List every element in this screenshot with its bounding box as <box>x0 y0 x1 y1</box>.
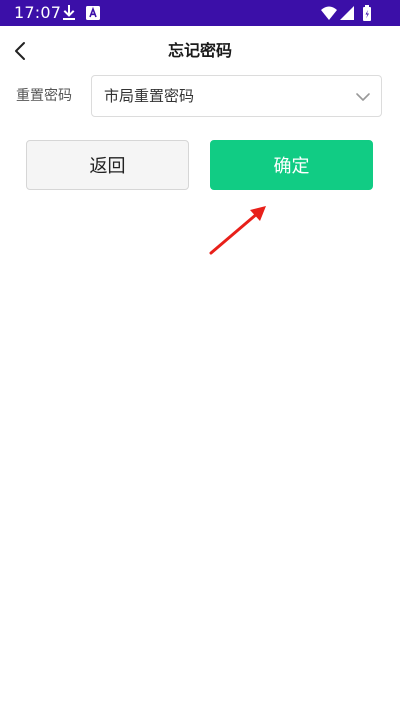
reset-password-label: 重置密码 <box>16 88 72 104</box>
confirm-button[interactable]: 确定 <box>210 140 373 190</box>
back-button[interactable]: 返回 <box>26 140 189 190</box>
title-bar: 忘记密码 <box>0 26 400 76</box>
annotation-arrow-icon <box>209 206 266 255</box>
screen: 17:07 忘记密码 重置密码 市局重置密码 返回 确定 <box>0 0 400 710</box>
reset-type-select[interactable]: 市局重置密码 <box>91 75 382 117</box>
chevron-down-icon <box>356 93 370 101</box>
download-icon <box>63 5 75 20</box>
battery-icon <box>363 5 371 21</box>
wifi-icon <box>321 6 337 20</box>
signal-icon <box>340 6 354 20</box>
status-bar: 17:07 <box>0 0 400 26</box>
confirm-button-label: 确定 <box>273 156 310 177</box>
a-box-icon <box>86 6 100 20</box>
back-button-label: 返回 <box>89 156 126 177</box>
page-title: 忘记密码 <box>167 41 232 60</box>
reset-type-select-value: 市局重置密码 <box>104 87 195 105</box>
status-time: 17:07 <box>14 3 62 22</box>
